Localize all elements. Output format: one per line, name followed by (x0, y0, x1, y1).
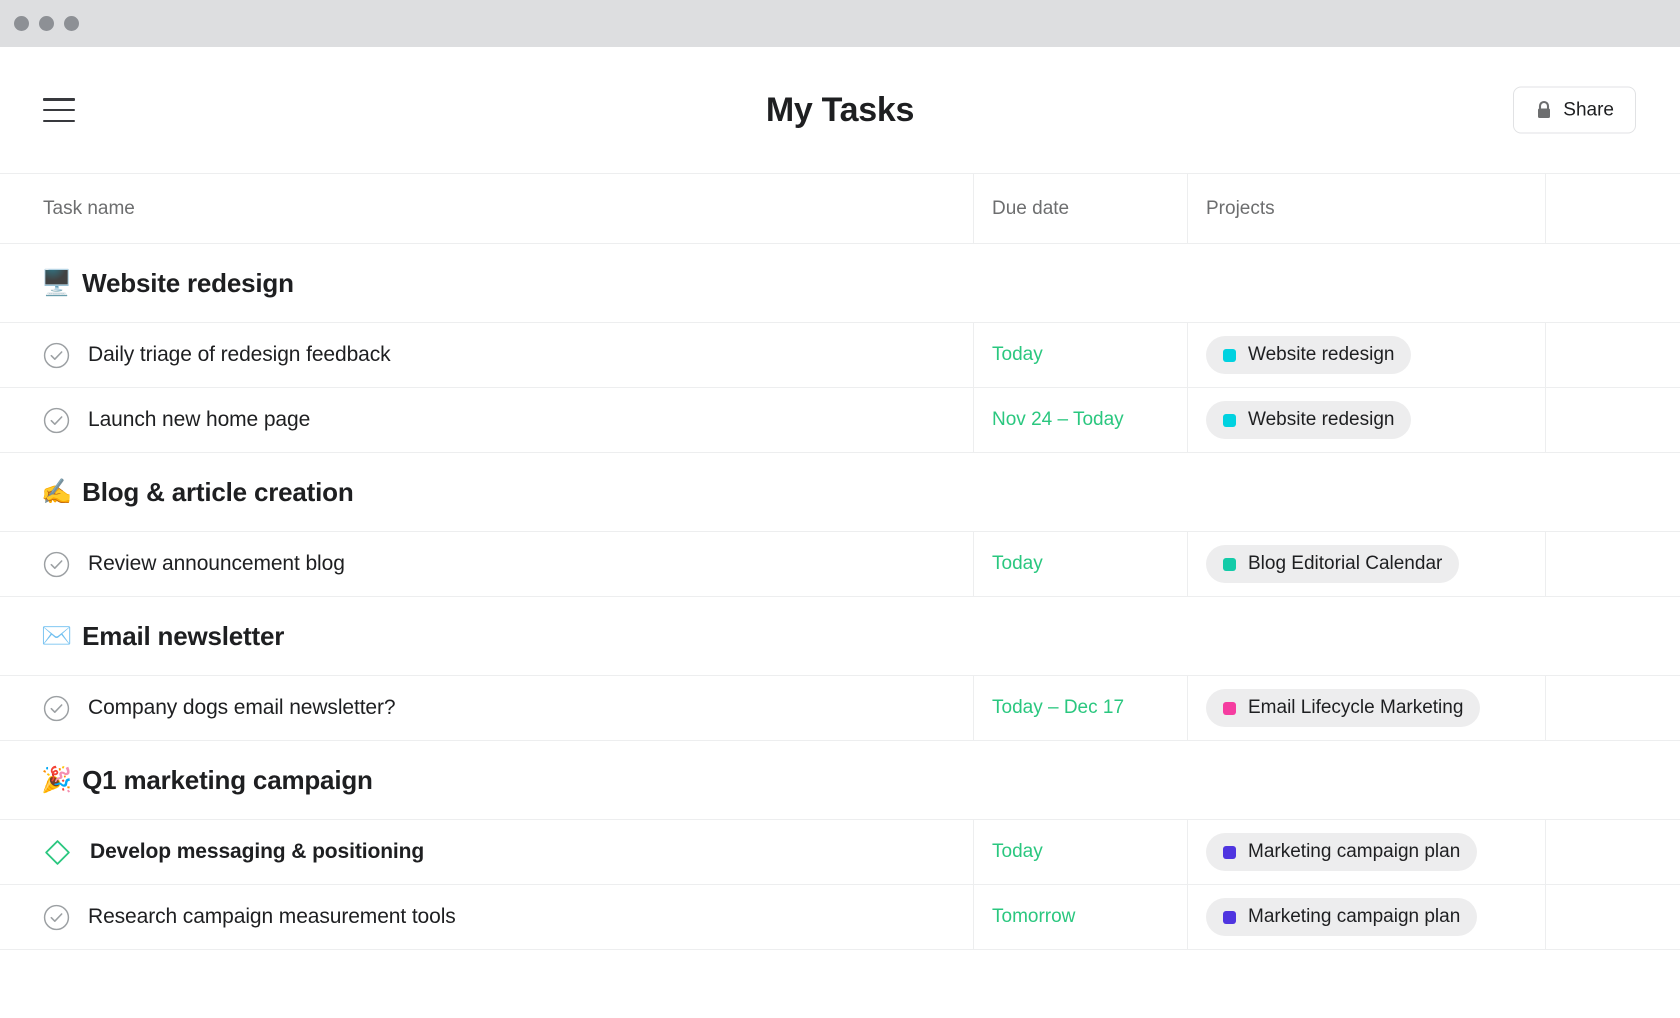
projects-cell[interactable]: Website redesign (1187, 323, 1545, 387)
column-header-due-date[interactable]: Due date (973, 174, 1187, 243)
check-circle-icon[interactable] (43, 904, 70, 931)
project-pill-label: Marketing campaign plan (1248, 841, 1460, 863)
projects-cell[interactable]: Blog Editorial Calendar (1187, 532, 1545, 596)
due-date-label: Today (992, 841, 1043, 863)
page-title: My Tasks (0, 91, 1680, 130)
due-date-cell[interactable]: Today (973, 820, 1187, 884)
task-section-title: Website redesign (82, 268, 294, 299)
project-color-dot-icon (1223, 702, 1236, 715)
due-date-label: Today (992, 344, 1043, 366)
column-header-add-column[interactable] (1545, 174, 1680, 243)
table-row[interactable]: Company dogs email newsletter? Today – De… (0, 676, 1680, 741)
row-extra-cell[interactable] (1545, 885, 1680, 949)
check-circle-icon[interactable] (43, 551, 70, 578)
window-close-button[interactable] (14, 16, 29, 31)
table-row[interactable]: Research campaign measurement tools Tomor… (0, 885, 1680, 950)
share-button-label: Share (1563, 99, 1614, 121)
project-pill-label: Website redesign (1248, 344, 1394, 366)
projects-cell[interactable]: Email Lifecycle Marketing (1187, 676, 1545, 740)
project-pill-label: Website redesign (1248, 409, 1394, 431)
share-button[interactable]: Share (1513, 87, 1636, 134)
task-section-title: Email newsletter (82, 621, 284, 652)
due-date-cell[interactable]: Today (973, 532, 1187, 596)
task-name-label: Launch new home page (88, 408, 310, 432)
table-header-row: Task name Due date Projects (0, 174, 1680, 244)
project-pill[interactable]: Marketing campaign plan (1206, 898, 1477, 936)
due-date-cell[interactable]: Today – Dec 17 (973, 676, 1187, 740)
task-name-cell[interactable]: Launch new home page (0, 388, 973, 452)
task-section-title: Q1 marketing campaign (82, 765, 373, 796)
tasks-table: Task name Due date Projects 🖥️ Website re… (0, 173, 1680, 950)
projects-cell[interactable]: Website redesign (1187, 388, 1545, 452)
table-row[interactable]: Review announcement blog Today Blog Editor… (0, 532, 1680, 597)
row-extra-cell[interactable] (1545, 820, 1680, 884)
task-name-label: Develop messaging & positioning (90, 840, 424, 864)
desktop-computer-emoji: 🖥️ (41, 271, 72, 296)
task-name-cell[interactable]: Research campaign measurement tools (0, 885, 973, 949)
project-pill-label: Email Lifecycle Marketing (1248, 697, 1463, 719)
task-section-header[interactable]: ✍️ Blog & article creation (0, 453, 1680, 532)
task-name-cell[interactable]: Develop messaging & positioning (0, 820, 973, 884)
task-section-header[interactable]: 🎉 Q1 marketing campaign (0, 741, 1680, 820)
lock-icon (1535, 100, 1553, 120)
table-row[interactable]: Develop messaging & positioning Today Mark… (0, 820, 1680, 885)
project-color-dot-icon (1223, 846, 1236, 859)
task-name-label: Research campaign measurement tools (88, 905, 456, 929)
table-row[interactable]: Launch new home page Nov 24 – Today Websit… (0, 388, 1680, 453)
project-pill[interactable]: Marketing campaign plan (1206, 833, 1477, 871)
party-popper-emoji: 🎉 (41, 768, 72, 793)
due-date-label: Today – Dec 17 (992, 697, 1124, 719)
column-header-task-name[interactable]: Task name (0, 174, 973, 243)
due-date-cell[interactable]: Nov 24 – Today (973, 388, 1187, 452)
row-extra-cell[interactable] (1545, 532, 1680, 596)
project-color-dot-icon (1223, 911, 1236, 924)
app-header: My Tasks Share (0, 47, 1680, 173)
row-extra-cell[interactable] (1545, 323, 1680, 387)
task-name-label: Daily triage of redesign feedback (88, 343, 391, 367)
envelope-emoji: ✉️ (41, 624, 72, 649)
window-titlebar (0, 0, 1680, 47)
window-minimize-button[interactable] (39, 16, 54, 31)
task-name-cell[interactable]: Review announcement blog (0, 532, 973, 596)
check-circle-icon[interactable] (43, 407, 70, 434)
task-section-header[interactable]: 🖥️ Website redesign (0, 244, 1680, 323)
tasks-table-body: 🖥️Website redesignDaily triage of redesi… (0, 244, 1680, 950)
writing-hand-emoji: ✍️ (41, 480, 72, 505)
milestone-diamond-icon[interactable] (43, 838, 72, 867)
table-row[interactable]: Daily triage of redesign feedback Today We… (0, 323, 1680, 388)
due-date-label: Tomorrow (992, 906, 1075, 928)
project-pill-label: Blog Editorial Calendar (1248, 553, 1442, 575)
task-name-label: Company dogs email newsletter? (88, 696, 396, 720)
projects-cell[interactable]: Marketing campaign plan (1187, 820, 1545, 884)
project-pill[interactable]: Email Lifecycle Marketing (1206, 689, 1480, 727)
task-name-cell[interactable]: Company dogs email newsletter? (0, 676, 973, 740)
project-color-dot-icon (1223, 558, 1236, 571)
row-extra-cell[interactable] (1545, 676, 1680, 740)
column-header-projects[interactable]: Projects (1187, 174, 1545, 243)
projects-cell[interactable]: Marketing campaign plan (1187, 885, 1545, 949)
due-date-cell[interactable]: Today (973, 323, 1187, 387)
project-pill[interactable]: Blog Editorial Calendar (1206, 545, 1459, 583)
due-date-cell[interactable]: Tomorrow (973, 885, 1187, 949)
row-extra-cell[interactable] (1545, 388, 1680, 452)
check-circle-icon[interactable] (43, 342, 70, 369)
task-section-title: Blog & article creation (82, 477, 353, 508)
due-date-label: Nov 24 – Today (992, 409, 1124, 431)
task-section-header[interactable]: ✉️ Email newsletter (0, 597, 1680, 676)
task-name-label: Review announcement blog (88, 552, 345, 576)
project-pill[interactable]: Website redesign (1206, 401, 1411, 439)
task-name-cell[interactable]: Daily triage of redesign feedback (0, 323, 973, 387)
due-date-label: Today (992, 553, 1043, 575)
window-maximize-button[interactable] (64, 16, 79, 31)
project-pill-label: Marketing campaign plan (1248, 906, 1460, 928)
app-window: My Tasks Share Task name Due date Projec… (0, 0, 1680, 1018)
check-circle-icon[interactable] (43, 695, 70, 722)
project-pill[interactable]: Website redesign (1206, 336, 1411, 374)
project-color-dot-icon (1223, 349, 1236, 362)
project-color-dot-icon (1223, 414, 1236, 427)
